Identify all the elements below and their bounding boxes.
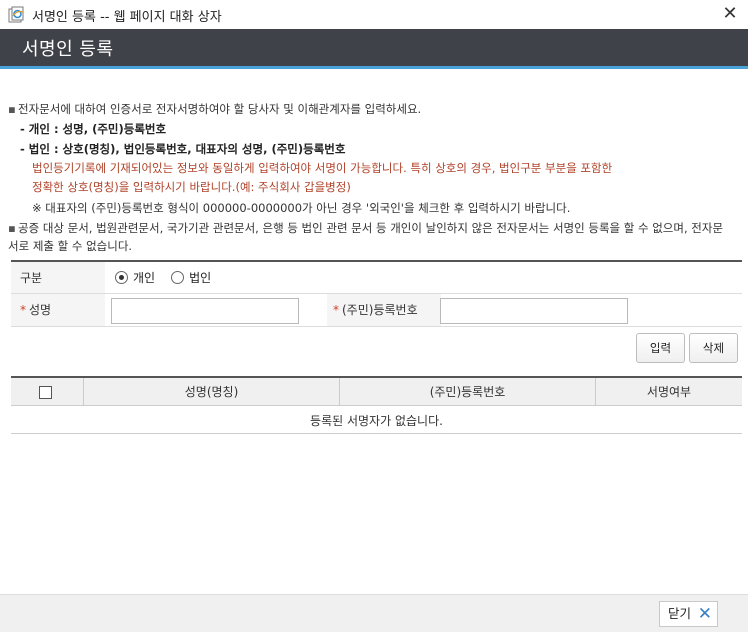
radio-corporation-circle[interactable] xyxy=(171,271,185,284)
grid-empty-message: 등록된 서명자가 없습니다. xyxy=(310,414,443,428)
select-all-checkbox[interactable] xyxy=(39,386,52,399)
dialog-header: 서명인 등록 xyxy=(0,29,748,66)
window-close-icon[interactable]: ✕ xyxy=(718,2,742,26)
col-signed: 서명여부 xyxy=(646,385,692,399)
notice-text: 전자문서에 대하여 인증서로 전자서명하여야 할 당사자 및 이해관계자를 입력… xyxy=(18,102,422,116)
required-mark: * xyxy=(333,303,339,317)
registration-number-input[interactable] xyxy=(440,298,628,324)
radio-individual[interactable]: 개인 xyxy=(115,269,155,286)
radio-individual-circle[interactable] xyxy=(115,271,128,284)
close-button[interactable]: 닫기 ✕ xyxy=(659,601,718,627)
ie-document-icon xyxy=(8,6,24,23)
name-label-text: 성명 xyxy=(29,303,52,317)
notice-warning-1: 법인등기기록에 기재되어있는 정보와 동일하게 입력하여야 서명이 가능합니다.… xyxy=(32,161,613,175)
notice-line-1: ▪ 전자문서에 대하여 인증서로 전자서명하여야 할 당사자 및 이해관계자를 입… xyxy=(8,99,421,119)
col-name: 성명(명칭) xyxy=(84,378,340,406)
close-icon: ✕ xyxy=(697,604,712,624)
close-button-label: 닫기 xyxy=(668,606,692,621)
radio-individual-label: 개인 xyxy=(133,271,156,285)
delete-button[interactable]: 삭제 xyxy=(689,333,738,363)
bullet-icon: ▪ xyxy=(8,102,16,116)
name-row: * 성명 * (주민)등록번호 xyxy=(11,294,742,326)
type-label: 구분 xyxy=(11,262,105,293)
notice-foreigner: ※ 대표자의 (주민)등록번호 형식이 000000-0000000가 아닌 경… xyxy=(32,201,571,215)
radio-corporation[interactable]: 법인 xyxy=(171,269,211,286)
page-title: 서명인 등록 xyxy=(22,39,114,60)
select-all-cell xyxy=(11,378,84,406)
type-row: 구분 개인 법인 xyxy=(11,262,742,294)
notice-line-7: ▪ 공증 대상 문서, 법원관련문서, 국가기관 관련문서, 은행 등 법인 관련… xyxy=(8,218,723,238)
window-titlebar: 서명인 등록 -- 웹 페이지 대화 상자 ✕ xyxy=(0,0,748,29)
type-radio-group: 개인 법인 xyxy=(115,269,227,286)
col-registration-number: (주민)등록번호 xyxy=(340,378,596,406)
reg-label: * (주민)등록번호 xyxy=(327,294,441,326)
dialog-content: ▪ 전자문서에 대하여 인증서로 전자서명하여야 할 당사자 및 이해관계자를 입… xyxy=(0,69,748,594)
notice-individual: - 개인 : 성명, (주민)등록번호 xyxy=(20,122,167,136)
reg-label-text: (주민)등록번호 xyxy=(342,303,418,317)
dialog-footer: 닫기 ✕ xyxy=(0,594,748,632)
input-button[interactable]: 입력 xyxy=(636,333,685,363)
signer-form: 구분 개인 법인 * 성명 * (주민)등록번호 xyxy=(11,260,742,327)
bullet-icon: ▪ xyxy=(8,221,16,235)
radio-corporation-label: 법인 xyxy=(189,271,212,285)
required-mark: * xyxy=(20,303,26,317)
grid-header: 성명(명칭) (주민)등록번호 서명여부 xyxy=(11,378,742,406)
name-label: * 성명 xyxy=(11,294,105,326)
window-title: 서명인 등록 -- 웹 페이지 대화 상자 xyxy=(32,10,222,25)
notice-corporation: - 법인 : 상호(명칭), 법인등록번호, 대표자의 성명, (주민)등록번호 xyxy=(20,142,346,156)
signer-grid: 성명(명칭) (주민)등록번호 서명여부 등록된 서명자가 없습니다. xyxy=(11,376,742,434)
name-input[interactable] xyxy=(111,298,299,324)
notice-warning-2: 정확한 상호(명칭)을 입력하시기 바랍니다.(예: 주식회사 갑을병정) xyxy=(32,180,351,194)
notice-text: 공증 대상 문서, 법원관련문서, 국가기관 관련문서, 은행 등 법인 관련 … xyxy=(18,221,724,235)
notice-line-8: 서로 제출 할 수 없습니다. xyxy=(8,239,133,253)
